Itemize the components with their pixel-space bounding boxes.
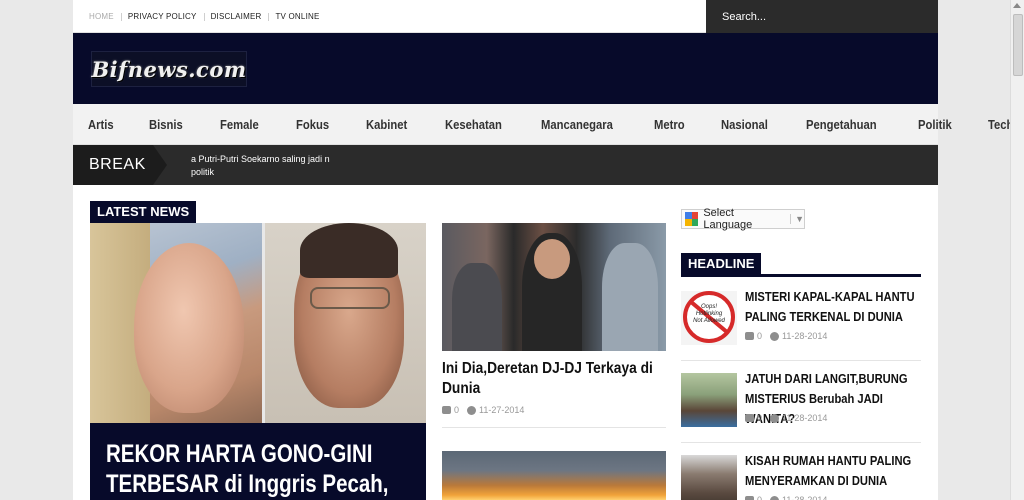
latest-news-heading: LATEST NEWS — [90, 201, 197, 223]
page-scrollbar[interactable] — [1010, 0, 1024, 500]
nav-item-female[interactable]: Female — [220, 118, 259, 132]
headline-item[interactable]: JATUH DARI LANGIT,BURUNG MISTERIUS Berub… — [681, 363, 921, 443]
article-image-2[interactable] — [442, 451, 666, 500]
google-icon — [685, 212, 699, 226]
site-logo-text: Bifnews.com — [91, 56, 247, 82]
nav-item-politik[interactable]: Politik — [918, 118, 952, 132]
article-card[interactable]: Ini Dia,Deretan DJ-DJ Terkaya di Dunia 0… — [442, 223, 666, 428]
main-nav: Artis Bisnis Female Fokus Kabinet Keseha… — [73, 104, 1013, 145]
headline-meta: 0 11-28-2014 — [745, 331, 835, 341]
breaking-news-bar: BREAK a Putri-Putri Soekarno saling jadi… — [73, 145, 938, 185]
article-meta: 0 11-27-2014 — [442, 405, 666, 415]
headline-thumb[interactable]: Oops! Hotlinking Not Allowed — [681, 291, 737, 345]
headline-meta: 0 11-28-2014 — [745, 495, 835, 500]
breaking-ticker-text[interactable]: a Putri-Putri Soekarno saling jadi n pol… — [191, 153, 351, 179]
nav-item-mancanegara[interactable]: Mancanegara — [541, 118, 613, 132]
scroll-up-icon[interactable] — [1013, 3, 1021, 8]
nav-item-kesehatan[interactable]: Kesehatan — [445, 118, 502, 132]
nav-item-metro[interactable]: Metro — [654, 118, 685, 132]
headline-thumb[interactable] — [681, 373, 737, 427]
chevron-down-icon: ▼ — [790, 214, 804, 224]
headline-title[interactable]: MISTERI KAPAL-KAPAL HANTU PALING TERKENA… — [745, 287, 917, 327]
comment-count[interactable]: 0 — [757, 495, 762, 500]
nav-item-kabinet[interactable]: Kabinet — [366, 118, 407, 132]
page-container: HOME PRIVACY POLICY DISCLAIMER TV ONLINE… — [73, 0, 1013, 500]
headline-meta: 0 11-28-2014 — [745, 413, 835, 423]
search-input[interactable] — [706, 0, 938, 33]
nav-item-nasional[interactable]: Nasional — [721, 118, 768, 132]
clock-icon — [467, 405, 477, 415]
language-select-label: Select Language — [703, 207, 753, 231]
headline-heading: HEADLINE — [681, 253, 762, 274]
top-nav-privacy-policy[interactable]: PRIVACY POLICY — [128, 12, 205, 21]
comment-icon — [745, 332, 754, 340]
article-title[interactable]: Ini Dia,Deretan DJ-DJ Terkaya di Dunia — [442, 359, 666, 399]
nav-item-artis[interactable]: Artis — [88, 118, 114, 132]
headline-date: 11-28-2014 — [782, 331, 828, 341]
language-select[interactable]: Select Language ▼ — [681, 207, 805, 231]
article-image[interactable] — [442, 223, 666, 351]
featured-image-left — [90, 223, 264, 423]
featured-article[interactable]: REKOR HARTA GONO-GINI TERBESAR di Inggri… — [90, 223, 426, 500]
featured-caption[interactable]: REKOR HARTA GONO-GINI TERBESAR di Inggri… — [90, 423, 426, 500]
top-nav-disclaimer[interactable]: DISCLAIMER — [211, 12, 270, 21]
scrollbar-thumb[interactable] — [1013, 14, 1023, 76]
nav-item-fokus[interactable]: Fokus — [296, 118, 329, 132]
top-bar: HOME PRIVACY POLICY DISCLAIMER TV ONLINE — [73, 0, 938, 33]
comment-icon — [745, 496, 754, 500]
comment-icon — [745, 414, 754, 422]
top-nav-tv-online[interactable]: TV ONLINE — [275, 12, 326, 21]
headline-item[interactable]: KISAH RUMAH HANTU PALING MENYERAMKAN DI … — [681, 445, 921, 500]
featured-title[interactable]: REKOR HARTA GONO-GINI TERBESAR di Inggri… — [106, 439, 418, 499]
featured-image-right — [264, 223, 426, 423]
top-nav: HOME PRIVACY POLICY DISCLAIMER TV ONLINE — [89, 12, 334, 21]
breaking-arrow — [153, 145, 167, 185]
clock-icon — [770, 495, 780, 500]
comment-icon — [442, 406, 451, 414]
comment-count[interactable]: 0 — [757, 413, 762, 423]
comment-count[interactable]: 0 — [454, 405, 459, 415]
comment-count[interactable]: 0 — [757, 331, 762, 341]
nav-item-pengetahuan[interactable]: Pengetahuan — [806, 118, 877, 132]
site-header: Bifnews.com — [73, 33, 938, 104]
hotlink-thumb-text: Oops! Hotlinking Not Allowed — [693, 304, 725, 324]
headline-thumb[interactable] — [681, 455, 737, 500]
headline-heading-wrap: HEADLINE — [681, 253, 921, 277]
clock-icon — [770, 413, 780, 423]
article-date: 11-27-2014 — [479, 405, 525, 415]
headline-date: 11-28-2014 — [782, 413, 828, 423]
headline-item[interactable]: Oops! Hotlinking Not Allowed MISTERI KAP… — [681, 281, 921, 361]
headline-title[interactable]: KISAH RUMAH HANTU PALING MENYERAMKAN DI … — [745, 451, 917, 491]
headline-date: 11-28-2014 — [782, 495, 828, 500]
nav-item-bisnis[interactable]: Bisnis — [149, 118, 183, 132]
top-nav-home[interactable]: HOME — [89, 12, 122, 21]
site-logo[interactable]: Bifnews.com — [91, 51, 247, 87]
clock-icon — [770, 331, 780, 341]
breaking-label: BREAK — [73, 145, 153, 185]
